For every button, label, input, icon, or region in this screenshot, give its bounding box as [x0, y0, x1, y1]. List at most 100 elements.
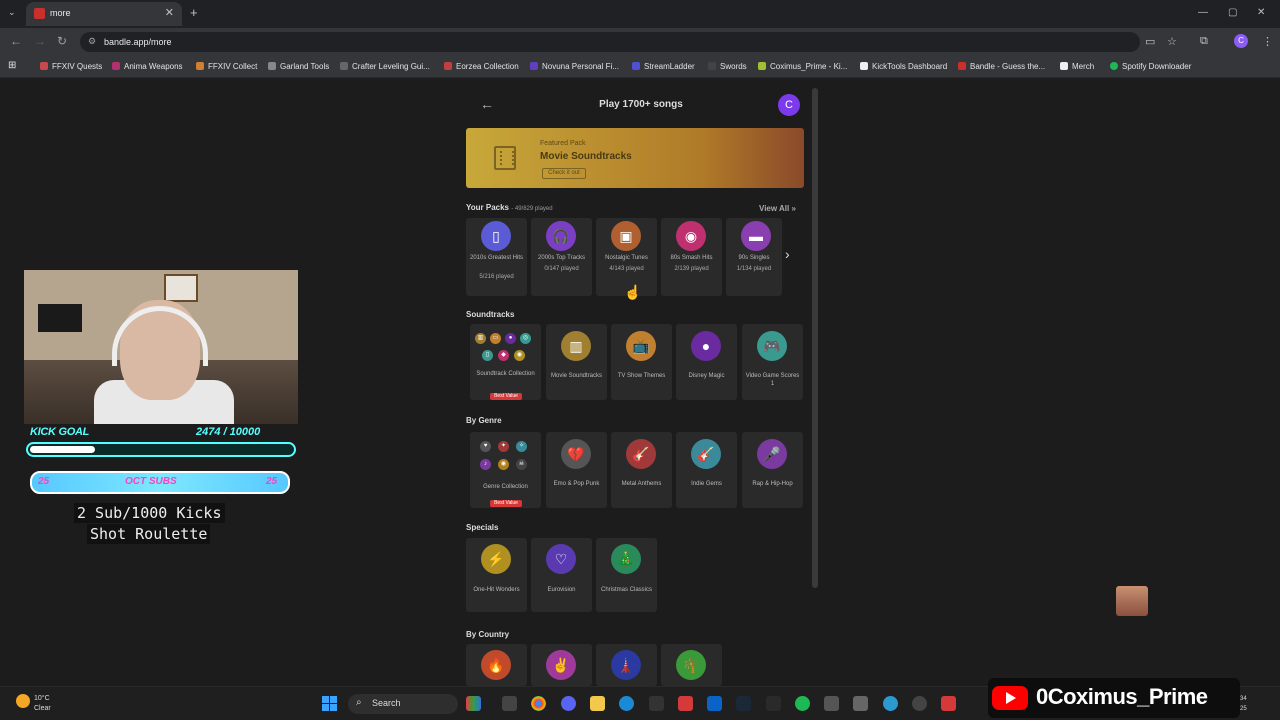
- address-bar[interactable]: [80, 32, 1140, 52]
- microphone-icon: 🎤: [757, 439, 787, 469]
- pack-card-metal-anthems[interactable]: 🎸 Metal Anthems: [611, 432, 672, 508]
- app-icon[interactable]: [883, 696, 898, 711]
- user-avatar[interactable]: C: [778, 94, 800, 116]
- weather-widget[interactable]: 10°C Clear: [34, 694, 51, 714]
- pack-card-80s[interactable]: ◉ 80s Smash Hits 2/139 played: [661, 218, 722, 296]
- bookmark-streamladder[interactable]: StreamLadder: [632, 62, 695, 71]
- pack-card-2000s[interactable]: 🎧 2000s Top Tracks 0/147 played: [531, 218, 592, 296]
- browser-tab[interactable]: more ✕: [26, 2, 182, 26]
- bookmark-anima-weapons[interactable]: Anima Weapons: [112, 62, 183, 71]
- bookmark-eorzea-collection[interactable]: Eorzea Collection: [444, 62, 519, 71]
- bookmark-ffxiv-quests[interactable]: FFXIV Quests: [40, 62, 102, 71]
- pack-card-90s[interactable]: ▬ 90s Singles 1/134 played: [726, 218, 782, 296]
- profile-avatar[interactable]: C: [1234, 34, 1248, 48]
- apps-grid-icon[interactable]: ⊞: [8, 60, 16, 71]
- carousel-next-icon[interactable]: ›: [785, 246, 790, 262]
- check-it-out-button[interactable]: Check it out: [542, 168, 586, 179]
- epic-games-icon[interactable]: [766, 696, 781, 711]
- extensions-icon[interactable]: ⧉: [1200, 35, 1208, 48]
- youtube-channel-name: 0Coximus_Prime: [1036, 684, 1208, 709]
- bookmark-star-icon[interactable]: ☆: [1167, 35, 1177, 48]
- bookmark-coximus[interactable]: Coximus_Prime - Ki...: [758, 62, 847, 71]
- weather-icon[interactable]: [16, 694, 30, 708]
- new-tab-button[interactable]: +: [190, 5, 198, 20]
- steam-app-icon[interactable]: [736, 696, 751, 711]
- store-app-icon[interactable]: [853, 696, 868, 711]
- pack-played: 0/147 played: [544, 266, 579, 272]
- windows-start-icon[interactable]: [322, 696, 338, 712]
- site-info-icon[interactable]: ⚙: [88, 36, 96, 47]
- pack-played: 2/139 played: [674, 266, 709, 272]
- page-scrollbar[interactable]: [812, 88, 818, 588]
- bookmarks-bar: ⊞ FFXIV Quests Anima Weapons FFXIV Colle…: [0, 56, 1280, 78]
- pack-card-country-1[interactable]: 🔥: [466, 644, 527, 686]
- view-all-link[interactable]: View All »: [759, 204, 796, 213]
- obs-app-icon[interactable]: [912, 696, 927, 711]
- bookmark-ffxiv-collect[interactable]: FFXIV Collect: [196, 62, 257, 71]
- forward-arrow-icon[interactable]: →: [34, 34, 46, 48]
- pack-card-2010s[interactable]: ▯ 2010s Greatest Hits 5/216 played: [466, 218, 527, 296]
- restore-button[interactable]: ▢: [1228, 7, 1237, 18]
- pack-played: 5/216 played: [479, 274, 514, 280]
- microphone-icon: ♪: [480, 459, 491, 470]
- bookmark-favicon-icon: [268, 62, 276, 70]
- bookmark-swords[interactable]: Swords: [708, 62, 747, 71]
- specials-heading: Specials: [466, 523, 499, 532]
- pack-card-country-4[interactable]: 🌴: [661, 644, 722, 686]
- pack-card-one-hit-wonders[interactable]: ⚡ One-Hit Wonders: [466, 538, 527, 612]
- pack-card-emo-pop-punk[interactable]: 💔 Emo & Pop Punk: [546, 432, 607, 508]
- pack-card-video-game-scores[interactable]: 🎮 Video Game Scores 1: [742, 324, 803, 400]
- pin-app-icon[interactable]: [678, 696, 693, 711]
- pack-card-indie-gems[interactable]: 🎸 Indie Gems: [676, 432, 737, 508]
- pack-card-disney-magic[interactable]: ● Disney Magic: [676, 324, 737, 400]
- pack-name: Genre Collection: [483, 484, 528, 490]
- minimize-button[interactable]: —: [1198, 7, 1208, 18]
- pack-played: 1/134 played: [736, 266, 772, 272]
- tab-search-icon[interactable]: ⌄: [8, 7, 16, 18]
- taskbar-search[interactable]: [348, 694, 458, 714]
- film-icon: ▥: [475, 333, 486, 344]
- pack-name: 90s Singles: [738, 255, 770, 261]
- bookmark-novuna[interactable]: Novuna Personal Fi...: [530, 62, 619, 71]
- reload-icon[interactable]: ↻: [57, 34, 67, 48]
- bookmark-garland-tools[interactable]: Garland Tools: [268, 62, 329, 71]
- bookmark-spotify-downloader[interactable]: Spotify Downloader: [1110, 62, 1191, 71]
- soundtrack-collection-card[interactable]: ▥ ▭ ● ◎ ▯ ◆ ◉ Soundtrack Collection Best…: [470, 324, 541, 400]
- genre-collection-card[interactable]: ♥ ✦ ✧ ♪ ◉ ☠ Genre Collection Best Value: [470, 432, 541, 508]
- pack-card-movie-soundtracks[interactable]: ▥ Movie Soundtracks: [546, 324, 607, 400]
- pin-app-icon[interactable]: [941, 696, 956, 711]
- github-app-icon[interactable]: [649, 696, 664, 711]
- pack-card-rap-hip-hop[interactable]: 🎤 Rap & Hip-Hop: [742, 432, 803, 508]
- back-arrow-icon[interactable]: ←: [480, 96, 494, 112]
- chrome-app-icon[interactable]: [531, 696, 546, 711]
- url-text[interactable]: bandle.app/more: [104, 37, 172, 47]
- bookmark-bandle[interactable]: Bandle - Guess the...: [958, 62, 1045, 71]
- outlook-app-icon[interactable]: [707, 696, 722, 711]
- file-explorer-icon[interactable]: [590, 696, 605, 711]
- pack-name: Eurovision: [547, 587, 576, 593]
- task-view-icon[interactable]: [502, 696, 517, 711]
- edge-app-icon[interactable]: [619, 696, 634, 711]
- pack-card-christmas-classics[interactable]: 🎄 Christmas Classics: [596, 538, 657, 612]
- app-icon[interactable]: [824, 696, 839, 711]
- taskbar-clock[interactable]: 34 25: [1240, 694, 1247, 714]
- tab-close-icon[interactable]: ✕: [165, 6, 174, 19]
- pack-card-country-2[interactable]: ✌: [531, 644, 592, 686]
- featured-pack-banner[interactable]: [466, 128, 804, 188]
- pack-card-eurovision[interactable]: ♡ Eurovision: [531, 538, 592, 612]
- discord-app-icon[interactable]: [561, 696, 576, 711]
- photos-app-icon[interactable]: [466, 696, 481, 711]
- menu-kebab-icon[interactable]: ⋮: [1262, 35, 1273, 48]
- pack-card-tv-show-themes[interactable]: 📺 TV Show Themes: [611, 324, 672, 400]
- install-app-icon[interactable]: ▭: [1145, 35, 1155, 48]
- bookmark-kicktools[interactable]: KickTools Dashboard: [860, 62, 947, 71]
- close-window-button[interactable]: ✕: [1257, 7, 1265, 18]
- pack-card-country-3[interactable]: 🗼: [596, 644, 657, 686]
- bookmark-merch[interactable]: Merch: [1060, 62, 1094, 71]
- bookmark-crafter-leveling[interactable]: Crafter Leveling Gui...: [340, 62, 430, 71]
- spotify-app-icon[interactable]: [795, 696, 810, 711]
- bookmark-favicon-icon: [958, 62, 966, 70]
- gamepad-icon: 🎮: [757, 331, 787, 361]
- back-arrow-icon[interactable]: ←: [10, 34, 22, 48]
- your-packs-heading: Your Packs - 49/829 played: [466, 203, 553, 212]
